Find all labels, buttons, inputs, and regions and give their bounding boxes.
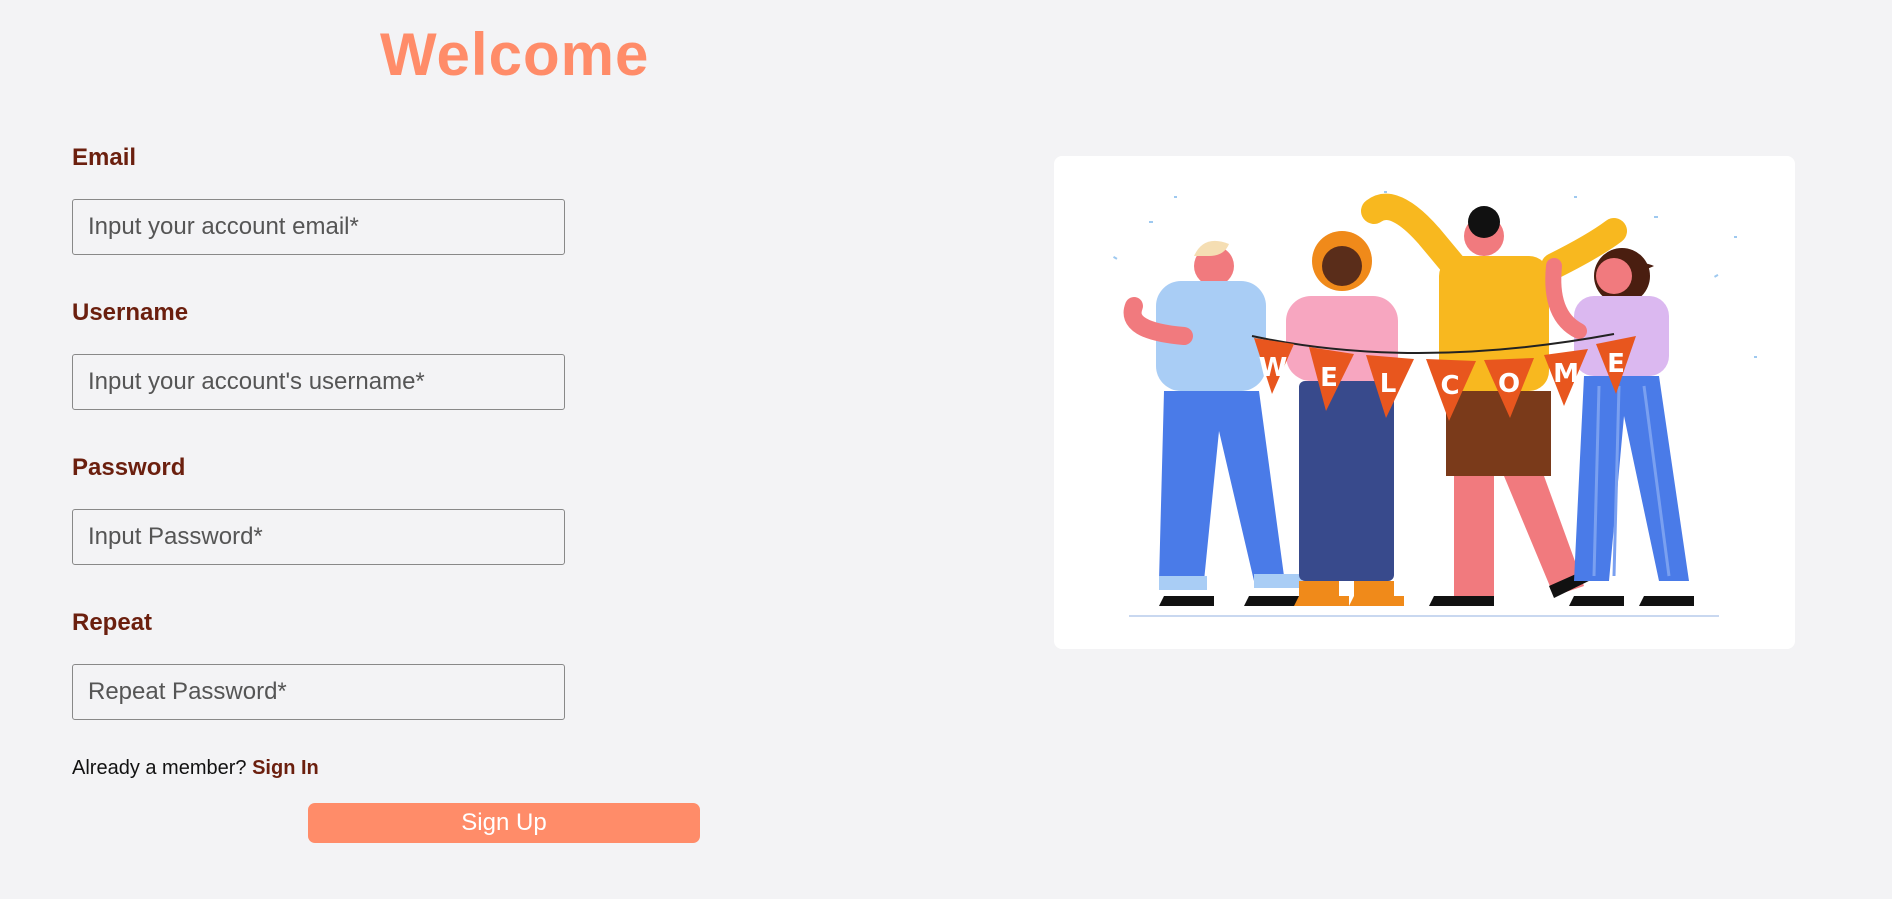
repeat-password-label: Repeat bbox=[72, 609, 153, 636]
signup-button[interactable]: Sign Up bbox=[308, 803, 700, 843]
repeat-password-field[interactable] bbox=[72, 664, 565, 720]
banner-letter: W bbox=[1259, 353, 1288, 383]
person-2 bbox=[1286, 231, 1404, 606]
password-field[interactable] bbox=[72, 509, 565, 565]
username-label: Username bbox=[72, 299, 189, 326]
page-title: Welcome bbox=[380, 21, 650, 88]
email-field[interactable] bbox=[72, 199, 565, 255]
banner-letter: E bbox=[1607, 349, 1625, 379]
banner-letter: E bbox=[1320, 363, 1338, 393]
person-4 bbox=[1545, 248, 1694, 606]
banner-letter: M bbox=[1553, 359, 1579, 389]
banner-letter: O bbox=[1498, 369, 1520, 399]
email-label: Email bbox=[72, 144, 137, 171]
banner-letter: L bbox=[1380, 369, 1397, 399]
password-label: Password bbox=[72, 454, 186, 481]
banner-letter: C bbox=[1440, 371, 1459, 401]
welcome-people-illustration: W E L C O M E bbox=[1113, 191, 1757, 617]
member-prompt-text: Already a member? bbox=[72, 757, 247, 779]
signin-link[interactable]: Sign In bbox=[252, 757, 319, 779]
member-prompt: Already a member? Sign In bbox=[72, 757, 319, 780]
welcome-illustration: W E L C O M E bbox=[1054, 156, 1795, 649]
person-1 bbox=[1123, 240, 1302, 606]
username-field[interactable] bbox=[72, 354, 565, 410]
signup-page: Welcome Email Username Password Repeat A… bbox=[0, 0, 1892, 899]
